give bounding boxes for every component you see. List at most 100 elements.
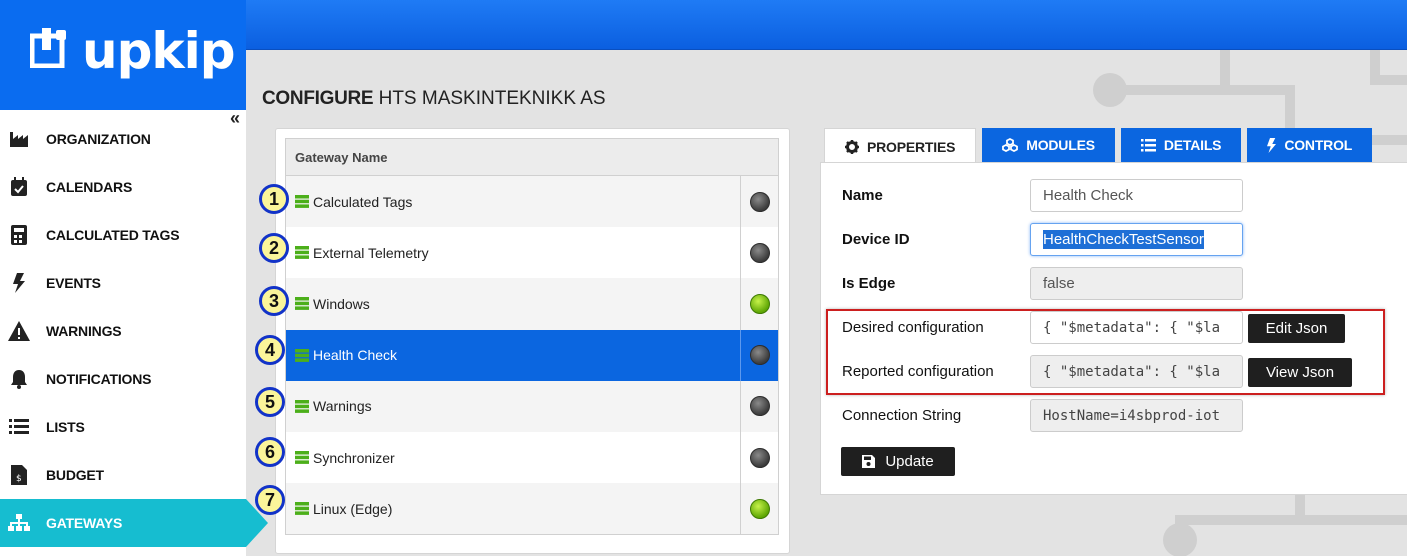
gateway-name-cell: Calculated Tags xyxy=(286,176,741,228)
bolt-icon xyxy=(8,272,30,294)
status-cell xyxy=(741,278,778,329)
sidebar-item-label: ORGANIZATION xyxy=(46,131,151,147)
gateway-name-cell: Linux (Edge) xyxy=(286,483,741,535)
tab-bar: PROPERTIES MODULES DETAILS CONTROL xyxy=(824,128,1378,164)
sidebar-item-label: LISTS xyxy=(46,419,85,435)
status-cell xyxy=(741,381,778,432)
table-row[interactable]: Warnings xyxy=(286,380,778,432)
server-icon xyxy=(295,451,309,464)
sidebar-item-label: EVENTS xyxy=(46,275,101,291)
tab-control[interactable]: CONTROL xyxy=(1247,128,1373,162)
gateway-name-cell: Synchronizer xyxy=(286,431,741,484)
update-button[interactable]: Update xyxy=(841,447,955,476)
gateway-name: Linux (Edge) xyxy=(313,500,393,517)
annotation-badge: 7 xyxy=(255,485,285,515)
status-indicator xyxy=(749,396,770,417)
annotation-highlight-box xyxy=(826,309,1385,395)
status-indicator xyxy=(749,242,770,263)
page-title-action: CONFIGURE xyxy=(262,88,374,109)
table-row[interactable]: Windows xyxy=(286,278,778,330)
status-cell xyxy=(741,330,778,381)
sidebar-item-calculated-tags[interactable]: CALCULATED TAGS xyxy=(0,211,246,259)
is-edge-field[interactable]: false xyxy=(1030,267,1243,300)
brand-name: upkip xyxy=(82,22,236,80)
sidebar-item-warnings[interactable]: WARNINGS xyxy=(0,307,246,355)
logo[interactable]: upkip xyxy=(0,0,246,110)
save-icon xyxy=(862,455,876,468)
gateway-name: External Telemetry xyxy=(313,244,429,261)
warning-icon xyxy=(8,320,30,342)
status-indicator xyxy=(749,191,770,212)
connection-string-field[interactable]: HostName=i4sbprod-iot xyxy=(1030,399,1243,432)
server-icon xyxy=(295,399,309,413)
gateway-table: Gateway Name Calculated Tags External Te… xyxy=(285,138,779,536)
update-label: Update xyxy=(885,453,934,470)
device-id-value: HealthCheckTestSensor xyxy=(1043,230,1204,249)
sitemap-icon xyxy=(8,512,30,534)
tab-properties[interactable]: PROPERTIES xyxy=(824,128,977,164)
name-field[interactable]: Health Check xyxy=(1030,179,1243,212)
gateway-name-cell: External Telemetry xyxy=(286,227,741,279)
tab-modules[interactable]: MODULES xyxy=(982,128,1115,162)
gateway-name-cell: Windows xyxy=(286,278,741,330)
invoice-icon: $ xyxy=(8,464,30,486)
connection-string-value: HostName=i4sbprod-iot xyxy=(1043,407,1221,424)
gateway-name: Windows xyxy=(313,295,370,312)
calculator-icon xyxy=(8,224,30,246)
table-row[interactable]: Calculated Tags xyxy=(286,176,778,228)
table-row[interactable]: Linux (Edge) xyxy=(286,483,778,535)
gateway-table-header: Gateway Name xyxy=(286,139,778,176)
sidebar-item-calendars[interactable]: CALENDARS xyxy=(0,163,246,211)
sidebar-item-label: WARNINGS xyxy=(46,323,122,339)
sidebar-item-label: CALENDARS xyxy=(46,179,133,195)
gateway-rows: Calculated Tags External Telemetry Windo… xyxy=(286,176,778,535)
sidebar-item-events[interactable]: EVENTS xyxy=(0,259,246,307)
connection-string-label: Connection String xyxy=(842,407,962,424)
annotation-badge: 5 xyxy=(255,387,285,417)
status-indicator xyxy=(749,345,770,366)
sidebar-item-label: CALCULATED TAGS xyxy=(46,227,180,243)
device-id-label: Device ID xyxy=(842,231,910,248)
page-title: CONFIGURE HTS MASKINTEKNIKK AS xyxy=(262,88,606,110)
server-icon xyxy=(295,246,309,260)
status-cell xyxy=(741,483,778,534)
is-edge-label: Is Edge xyxy=(842,275,896,292)
upkip-logo-mark xyxy=(30,28,66,68)
annotation-badge: 4 xyxy=(255,335,285,365)
sidebar-nav: ORGANIZATION CALENDARS CALCULATED TAGS E… xyxy=(0,115,268,547)
sidebar-item-budget[interactable]: $ BUDGET xyxy=(0,451,246,499)
sidebar-item-gateways[interactable]: GATEWAYS xyxy=(0,499,268,547)
annotation-badge: 2 xyxy=(259,233,289,263)
top-bar xyxy=(246,0,1407,50)
status-cell xyxy=(741,176,778,227)
tab-label: CONTROL xyxy=(1284,137,1353,153)
gateway-name: Calculated Tags xyxy=(313,193,413,210)
sidebar: upkip « ORGANIZATION CALENDARS CALCULATE… xyxy=(0,0,268,556)
cubes-icon xyxy=(1002,138,1019,152)
gear-icon xyxy=(845,139,859,154)
gateway-name-cell: Health Check xyxy=(286,329,741,381)
gateway-name-cell: Warnings xyxy=(286,380,741,432)
tab-details[interactable]: DETAILS xyxy=(1120,128,1242,162)
bell-icon xyxy=(8,368,30,390)
page-title-org: HTS MASKINTEKNIKK AS xyxy=(373,88,606,109)
status-indicator xyxy=(749,293,770,314)
annotation-badge: 1 xyxy=(259,184,289,214)
sidebar-item-organization[interactable]: ORGANIZATION xyxy=(0,115,246,163)
table-row-selected[interactable]: Health Check xyxy=(286,329,778,381)
name-label: Name xyxy=(842,187,883,204)
sidebar-item-lists[interactable]: LISTS xyxy=(0,403,246,451)
annotation-badge: 6 xyxy=(255,437,285,467)
table-row[interactable]: External Telemetry xyxy=(286,227,778,279)
gateway-name: Warnings xyxy=(313,398,372,415)
bolt-icon xyxy=(1267,137,1277,153)
status-indicator xyxy=(749,498,770,519)
device-id-field[interactable]: HealthCheckTestSensor xyxy=(1030,223,1243,256)
svg-text:$: $ xyxy=(16,474,22,484)
status-cell xyxy=(741,432,778,483)
sidebar-item-notifications[interactable]: NOTIFICATIONS xyxy=(0,355,246,403)
tab-label: DETAILS xyxy=(1163,137,1222,153)
table-row[interactable]: Synchronizer xyxy=(286,431,778,484)
sidebar-item-label: NOTIFICATIONS xyxy=(46,371,152,387)
tab-label: PROPERTIES xyxy=(867,138,956,155)
